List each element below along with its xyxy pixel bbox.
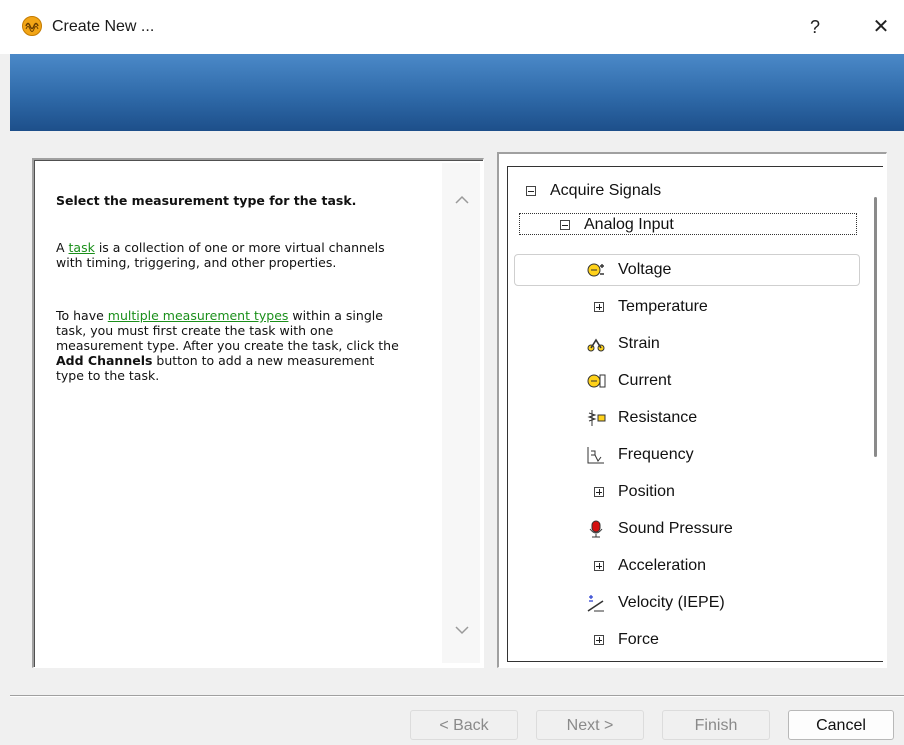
tree-item-resistance[interactable]: Resistance — [586, 402, 697, 434]
measurement-tree[interactable]: Acquire Signals Analog Input Voltage Tem… — [507, 166, 883, 662]
scroll-up-icon[interactable] — [455, 193, 469, 207]
tree-item-label: Force — [618, 631, 659, 648]
button-separator — [10, 695, 904, 697]
tree-item-label: Resistance — [618, 409, 698, 426]
tree-item-current[interactable]: Current — [586, 365, 671, 397]
tree-item-temperature[interactable]: Temperature — [594, 291, 708, 323]
app-logo-icon — [22, 16, 42, 36]
window-title: Create New ... — [52, 18, 155, 35]
tree-item-strain[interactable]: Strain — [586, 328, 660, 360]
description-content: Select the measurement type for the task… — [37, 163, 441, 663]
p1-suffix: is a collection of one or more virtual c… — [56, 240, 385, 270]
strain-icon — [586, 334, 606, 354]
scroll-down-icon[interactable] — [455, 623, 469, 637]
add-channels-text: Add Channels — [56, 353, 153, 368]
expand-icon[interactable] — [594, 302, 604, 312]
tree-item-label: Position — [618, 483, 675, 500]
tree-item-velocity[interactable]: Velocity (IEPE) — [586, 587, 725, 619]
tree-item-label: Sound Pressure — [618, 520, 733, 537]
description-heading: Select the measurement type for the task… — [56, 193, 357, 208]
expand-icon[interactable] — [594, 487, 604, 497]
resistance-icon — [586, 408, 606, 428]
header-banner — [10, 54, 904, 131]
tree-node-label: Analog Input — [584, 216, 674, 233]
tree-item-label: Acceleration — [618, 557, 707, 574]
help-button[interactable]: ? — [800, 14, 830, 40]
tree-item-label: Velocity (IEPE) — [618, 594, 725, 611]
tree-item-frequency[interactable]: Frequency — [586, 439, 694, 471]
cancel-button[interactable]: Cancel — [788, 710, 894, 740]
next-button[interactable]: Next > — [536, 710, 644, 740]
velocity-icon — [586, 593, 606, 613]
description-paragraph-task: A task is a collection of one or more vi… — [56, 240, 406, 270]
tree-item-position[interactable]: Position — [594, 476, 675, 508]
tree-scrollbar-thumb[interactable] — [874, 197, 877, 457]
expand-icon[interactable] — [594, 561, 604, 571]
finish-button[interactable]: Finish — [662, 710, 770, 740]
voltage-icon — [586, 260, 606, 280]
tree-item-label: Current — [618, 372, 672, 389]
close-button[interactable]: ✕ — [864, 14, 898, 40]
tree-item-acceleration[interactable]: Acceleration — [594, 550, 706, 582]
p2-prefix: To have — [56, 308, 108, 323]
tree-item-label: Temperature — [618, 298, 708, 315]
selected-row-highlight — [514, 254, 860, 286]
tree-item-label: Voltage — [618, 261, 672, 278]
multiple-measurement-types-link[interactable]: multiple measurement types — [108, 308, 289, 323]
collapse-icon[interactable] — [526, 186, 536, 196]
tree-node-label: Acquire Signals — [550, 182, 662, 199]
measurement-tree-panel: Acquire Signals Analog Input Voltage Tem… — [497, 152, 887, 668]
title-bar: Create New ... ? ✕ — [0, 0, 904, 54]
p1-prefix: A — [56, 240, 69, 255]
microphone-icon — [586, 519, 606, 539]
tree-item-force[interactable]: Force — [594, 624, 659, 656]
tree-item-label: Strain — [618, 335, 660, 352]
tree-node-analog-input[interactable]: Analog Input — [560, 209, 674, 241]
frequency-icon — [586, 445, 606, 465]
current-icon — [586, 371, 606, 391]
back-button[interactable]: < Back — [410, 710, 518, 740]
tree-item-label: Frequency — [618, 446, 694, 463]
collapse-icon[interactable] — [560, 220, 570, 230]
expand-icon[interactable] — [594, 635, 604, 645]
tree-item-voltage[interactable]: Voltage — [586, 254, 671, 286]
description-panel: Select the measurement type for the task… — [32, 158, 484, 668]
description-paragraph-multiple: To have multiple measurement types withi… — [56, 308, 406, 383]
task-link[interactable]: task — [69, 240, 95, 255]
tree-item-sound-pressure[interactable]: Sound Pressure — [586, 513, 733, 545]
description-scrollbar[interactable] — [442, 163, 480, 663]
tree-node-acquire-signals[interactable]: Acquire Signals — [526, 175, 661, 207]
